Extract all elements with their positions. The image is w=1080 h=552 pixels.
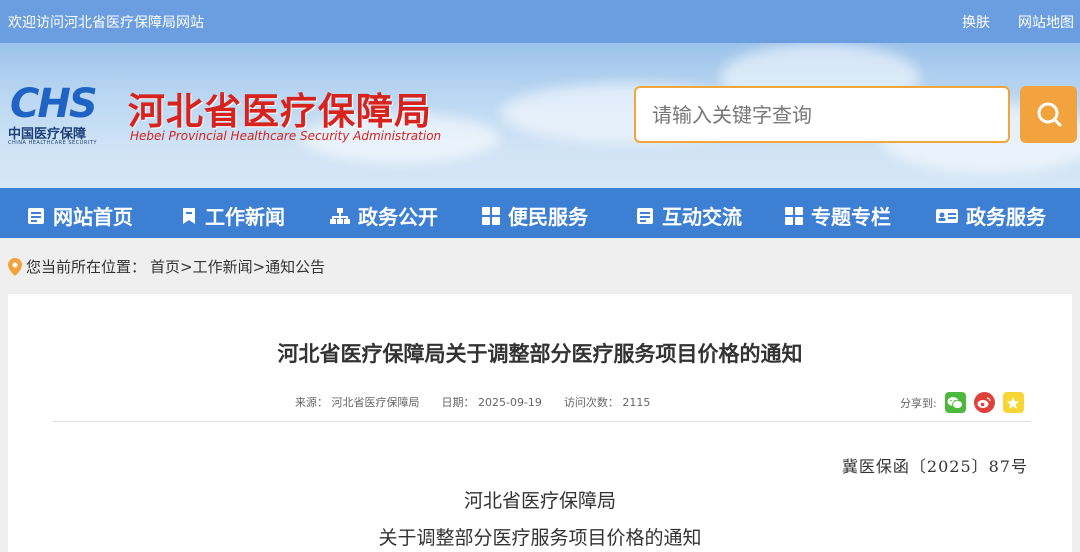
- search-icon: [1037, 102, 1061, 126]
- nav-label: 专题专栏: [811, 205, 891, 229]
- document-icon: [28, 207, 44, 224]
- document-issuer: 河北省医疗保障局: [463, 490, 616, 512]
- nav-item-interaction[interactable]: 互动交流: [636, 201, 742, 230]
- qzone-share-button[interactable]: [1002, 392, 1024, 413]
- top-bar: 欢迎访问河北省医疗保障局网站 换肤 网站地图: [0, 0, 1080, 43]
- skin-switch-link[interactable]: 换肤: [962, 12, 990, 32]
- document-number: 冀医保函〔2025〕87号: [841, 457, 1028, 476]
- breadcrumb-path[interactable]: 首页>工作新闻>通知公告: [150, 256, 325, 277]
- search-input[interactable]: [634, 86, 1010, 143]
- nav-item-public-service[interactable]: 便民服务: [482, 201, 588, 230]
- location-pin-icon: [8, 257, 22, 276]
- sitemap-link[interactable]: 网站地图: [1018, 12, 1074, 32]
- weibo-share-button[interactable]: [973, 392, 995, 413]
- article-views: 访问次数： 2115: [563, 396, 651, 409]
- nav-label: 政务公开: [358, 205, 438, 229]
- nav-label: 便民服务: [508, 205, 588, 229]
- weibo-icon: [977, 396, 991, 408]
- nav-item-home[interactable]: 网站首页: [27, 201, 133, 230]
- nav-item-gov-service[interactable]: 政务服务: [936, 201, 1046, 230]
- grid-icon: [482, 206, 500, 225]
- document-subject: 关于调整部分医疗服务项目价格的通知: [378, 527, 702, 549]
- nav-label: 工作新闻: [205, 205, 285, 229]
- share-bar: 分享到:: [900, 392, 1024, 413]
- nav-item-gov-affairs[interactable]: 政务公开: [330, 201, 438, 230]
- share-label: 分享到:: [900, 396, 937, 410]
- sitemap-icon: [330, 207, 350, 224]
- top-links: 换肤 网站地图: [962, 12, 1074, 32]
- wechat-icon: [947, 396, 964, 409]
- nav-label: 政务服务: [966, 205, 1046, 229]
- chs-logo[interactable]: CHS: [10, 81, 98, 127]
- article-title: 河北省医疗保障局关于调整部分医疗服务项目价格的通知: [277, 342, 803, 366]
- site-header: CHS 中国医疗保障 CHINA HEALTHCARE SECURITY 河北省…: [0, 43, 1080, 188]
- article-source: 来源： 河北省医疗保障局: [295, 396, 420, 409]
- nav-label: 网站首页: [53, 205, 133, 229]
- document-icon: [637, 207, 653, 224]
- grid-icon: [785, 206, 803, 225]
- site-title[interactable]: 河北省医疗保障局: [128, 81, 432, 135]
- article-panel: 河北省医疗保障局关于调整部分医疗服务项目价格的通知 来源： 河北省医疗保障局 日…: [8, 294, 1072, 552]
- nav-item-work-news[interactable]: 工作新闻: [181, 201, 285, 230]
- search-button[interactable]: [1020, 86, 1077, 143]
- nav-label: 互动交流: [662, 205, 742, 229]
- nav-item-special-topics[interactable]: 专题专栏: [785, 201, 891, 230]
- divider: [53, 421, 1031, 422]
- main-nav: 网站首页 工作新闻 政务公开 便民服务 互动交流 专题专栏 政务服务: [0, 188, 1080, 238]
- article-meta: 来源： 河北省医疗保障局 日期： 2025-09-19 访问次数： 2115: [295, 394, 650, 410]
- welcome-text: 欢迎访问河北省医疗保障局网站: [8, 15, 204, 31]
- breadcrumb: 您当前所在位置： 首页>工作新闻>通知公告: [8, 256, 325, 277]
- id-card-icon: [936, 208, 958, 223]
- wechat-share-button[interactable]: [944, 392, 966, 413]
- star-icon: [1007, 396, 1020, 409]
- bookmark-icon: [183, 207, 195, 224]
- article-date: 日期： 2025-09-19: [441, 396, 542, 409]
- breadcrumb-prefix: 您当前所在位置：: [26, 258, 147, 276]
- site-title-en: Hebei Provincial Healthcare Security Adm…: [130, 129, 442, 143]
- logo-subtitle-en: CHINA HEALTHCARE SECURITY: [8, 140, 97, 146]
